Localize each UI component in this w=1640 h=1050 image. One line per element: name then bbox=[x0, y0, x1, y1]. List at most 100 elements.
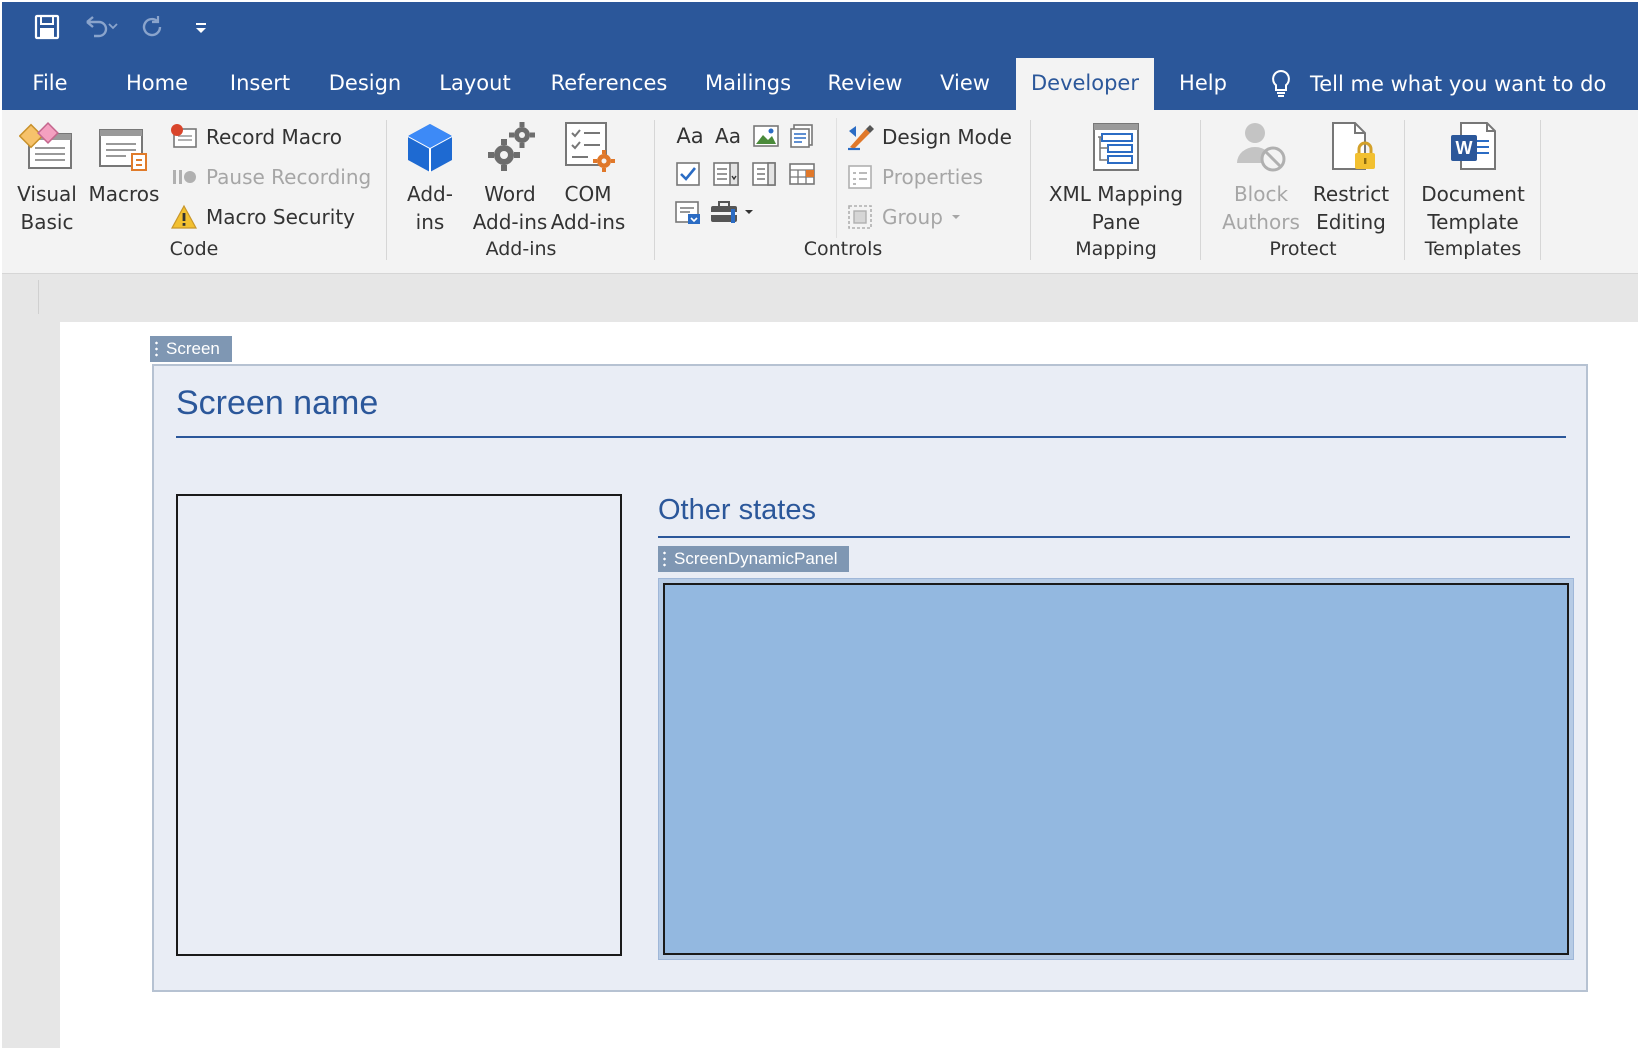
com-addins-icon bbox=[565, 122, 615, 172]
separator bbox=[386, 120, 387, 260]
combo-box-content-control-icon[interactable] bbox=[710, 158, 742, 190]
group-label-mapping: Mapping bbox=[1075, 238, 1157, 260]
svg-text:W: W bbox=[1456, 138, 1473, 158]
macros-label: Macros bbox=[88, 182, 160, 206]
chevron-down-icon bbox=[951, 215, 960, 219]
design-mode-label: Design Mode bbox=[882, 125, 1012, 149]
xml-mapping-pane-label: XML Mapping Pane bbox=[1048, 182, 1184, 234]
heading-underline bbox=[176, 436, 1566, 438]
tab-insert[interactable]: Insert bbox=[220, 58, 300, 110]
store-cube-icon bbox=[407, 124, 453, 172]
gears-icon bbox=[488, 122, 535, 171]
word-addins-button[interactable]: Word Add-ins bbox=[472, 118, 548, 236]
restrict-editing-button[interactable]: Restrict Editing bbox=[1308, 118, 1394, 236]
ribbon-tabs: File Home Insert Design Layout Reference… bbox=[2, 58, 1638, 110]
document-template-button[interactable]: W Document Template bbox=[1416, 118, 1530, 236]
com-addins-label: COM Add-ins bbox=[550, 182, 626, 234]
tab-review[interactable]: Review bbox=[822, 58, 908, 110]
dynamic-panel-content-control[interactable] bbox=[658, 578, 1574, 960]
tab-design[interactable]: Design bbox=[320, 58, 410, 110]
repeating-section-content-control-icon[interactable] bbox=[672, 196, 704, 228]
block-authors-button[interactable]: Block Authors bbox=[1216, 118, 1306, 236]
undo-icon[interactable] bbox=[80, 12, 120, 42]
tab-mailings[interactable]: Mailings bbox=[698, 58, 798, 110]
visual-basic-label: Visual Basic bbox=[17, 182, 77, 234]
design-mode-icon bbox=[848, 125, 874, 151]
macros-button[interactable]: Macros bbox=[88, 118, 160, 208]
warning-icon bbox=[170, 204, 198, 229]
record-macro-button[interactable]: Record Macro bbox=[170, 120, 342, 154]
xml-mapping-pane-button[interactable]: XML Mapping Pane bbox=[1046, 118, 1186, 236]
screen-image-placeholder[interactable] bbox=[176, 494, 622, 956]
checkbox-content-control-icon[interactable] bbox=[672, 158, 704, 190]
separator bbox=[1404, 120, 1405, 260]
macros-icon bbox=[99, 129, 147, 171]
design-mode-button[interactable]: Design Mode bbox=[846, 120, 1012, 154]
pause-icon bbox=[173, 170, 196, 184]
group-mapping: XML Mapping Pane Mapping bbox=[1032, 110, 1200, 274]
record-macro-icon bbox=[171, 124, 197, 148]
tab-references[interactable]: References bbox=[546, 58, 672, 110]
group-label-protect: Protect bbox=[1269, 238, 1337, 260]
document-top-gutter bbox=[38, 274, 1638, 322]
tab-home[interactable]: Home bbox=[114, 58, 200, 110]
rich-text-content-control[interactable]: Aa bbox=[672, 120, 708, 152]
group-controls: Aa Aa Design Mode Properties Group Contr… bbox=[656, 110, 1030, 274]
visual-basic-button[interactable]: Visual Basic bbox=[16, 118, 78, 236]
tab-help[interactable]: Help bbox=[1172, 58, 1234, 110]
tab-developer[interactable]: Developer bbox=[1016, 58, 1154, 110]
dynamic-panel-area[interactable] bbox=[663, 583, 1569, 955]
plain-text-content-control[interactable]: Aa bbox=[710, 120, 746, 152]
macro-security-button[interactable]: Macro Security bbox=[170, 200, 355, 234]
screen-content-control-tag[interactable]: Screen bbox=[150, 336, 232, 362]
date-picker-content-control-icon[interactable] bbox=[786, 158, 818, 190]
ruler-marker bbox=[38, 280, 39, 314]
group-label-code: Code bbox=[169, 238, 219, 260]
com-addins-button[interactable]: COM Add-ins bbox=[550, 118, 626, 236]
dynamic-panel-tag-label: ScreenDynamicPanel bbox=[674, 549, 838, 568]
dynamic-panel-tag[interactable]: ScreenDynamicPanel bbox=[658, 546, 850, 572]
restrict-editing-label: Restrict Editing bbox=[1312, 182, 1390, 234]
drag-handle-icon[interactable] bbox=[663, 550, 666, 568]
separator bbox=[654, 120, 655, 260]
tell-me-label: Tell me what you want to do bbox=[1310, 72, 1607, 96]
separator bbox=[1540, 120, 1541, 260]
heading-underline bbox=[658, 536, 1570, 538]
screen-content-control[interactable]: Screen name Other states bbox=[152, 364, 1588, 992]
addins-button[interactable]: Add- ins bbox=[402, 118, 458, 236]
word-addins-label: Word Add-ins bbox=[472, 182, 548, 234]
ribbon: Visual Basic Macros Record Macro Pause R… bbox=[2, 110, 1638, 274]
restrict-editing-icon bbox=[1332, 122, 1375, 170]
properties-button[interactable]: Properties bbox=[846, 160, 983, 194]
drag-handle-icon[interactable] bbox=[155, 340, 158, 358]
properties-icon bbox=[848, 165, 872, 189]
tab-file[interactable]: File bbox=[20, 58, 80, 110]
separator bbox=[1200, 120, 1201, 260]
pause-recording-button[interactable]: Pause Recording bbox=[170, 160, 371, 194]
group-protect: Block Authors Restrict Editing Protect bbox=[1202, 110, 1404, 274]
redo-icon[interactable] bbox=[138, 12, 168, 42]
addins-label: Add- ins bbox=[407, 182, 453, 234]
picture-content-control-icon[interactable] bbox=[750, 120, 782, 152]
tell-me-search[interactable]: Tell me what you want to do bbox=[1270, 58, 1606, 110]
word-template-icon: W bbox=[1451, 122, 1496, 170]
tab-view[interactable]: View bbox=[932, 58, 998, 110]
customize-qat-icon[interactable] bbox=[186, 12, 216, 42]
group-button[interactable]: Group bbox=[846, 200, 961, 234]
lightbulb-icon bbox=[1272, 69, 1290, 97]
screen-name-heading[interactable]: Screen name bbox=[176, 384, 378, 423]
block-authors-icon bbox=[1237, 123, 1286, 172]
other-states-heading[interactable]: Other states bbox=[658, 494, 816, 527]
group-label-templates: Templates bbox=[1424, 238, 1522, 260]
building-block-gallery-icon[interactable] bbox=[786, 120, 818, 152]
dropdown-list-content-control-icon[interactable] bbox=[748, 158, 780, 190]
quick-access-toolbar bbox=[32, 10, 216, 44]
legacy-tools-icon[interactable] bbox=[708, 196, 756, 228]
tab-layout[interactable]: Layout bbox=[430, 58, 520, 110]
separator bbox=[836, 118, 837, 238]
visual-basic-icon bbox=[19, 122, 72, 169]
group-label: Group bbox=[882, 205, 943, 229]
save-icon[interactable] bbox=[32, 12, 62, 42]
title-bar: File Home Insert Design Layout Reference… bbox=[2, 2, 1638, 110]
document-margin bbox=[2, 274, 60, 1048]
